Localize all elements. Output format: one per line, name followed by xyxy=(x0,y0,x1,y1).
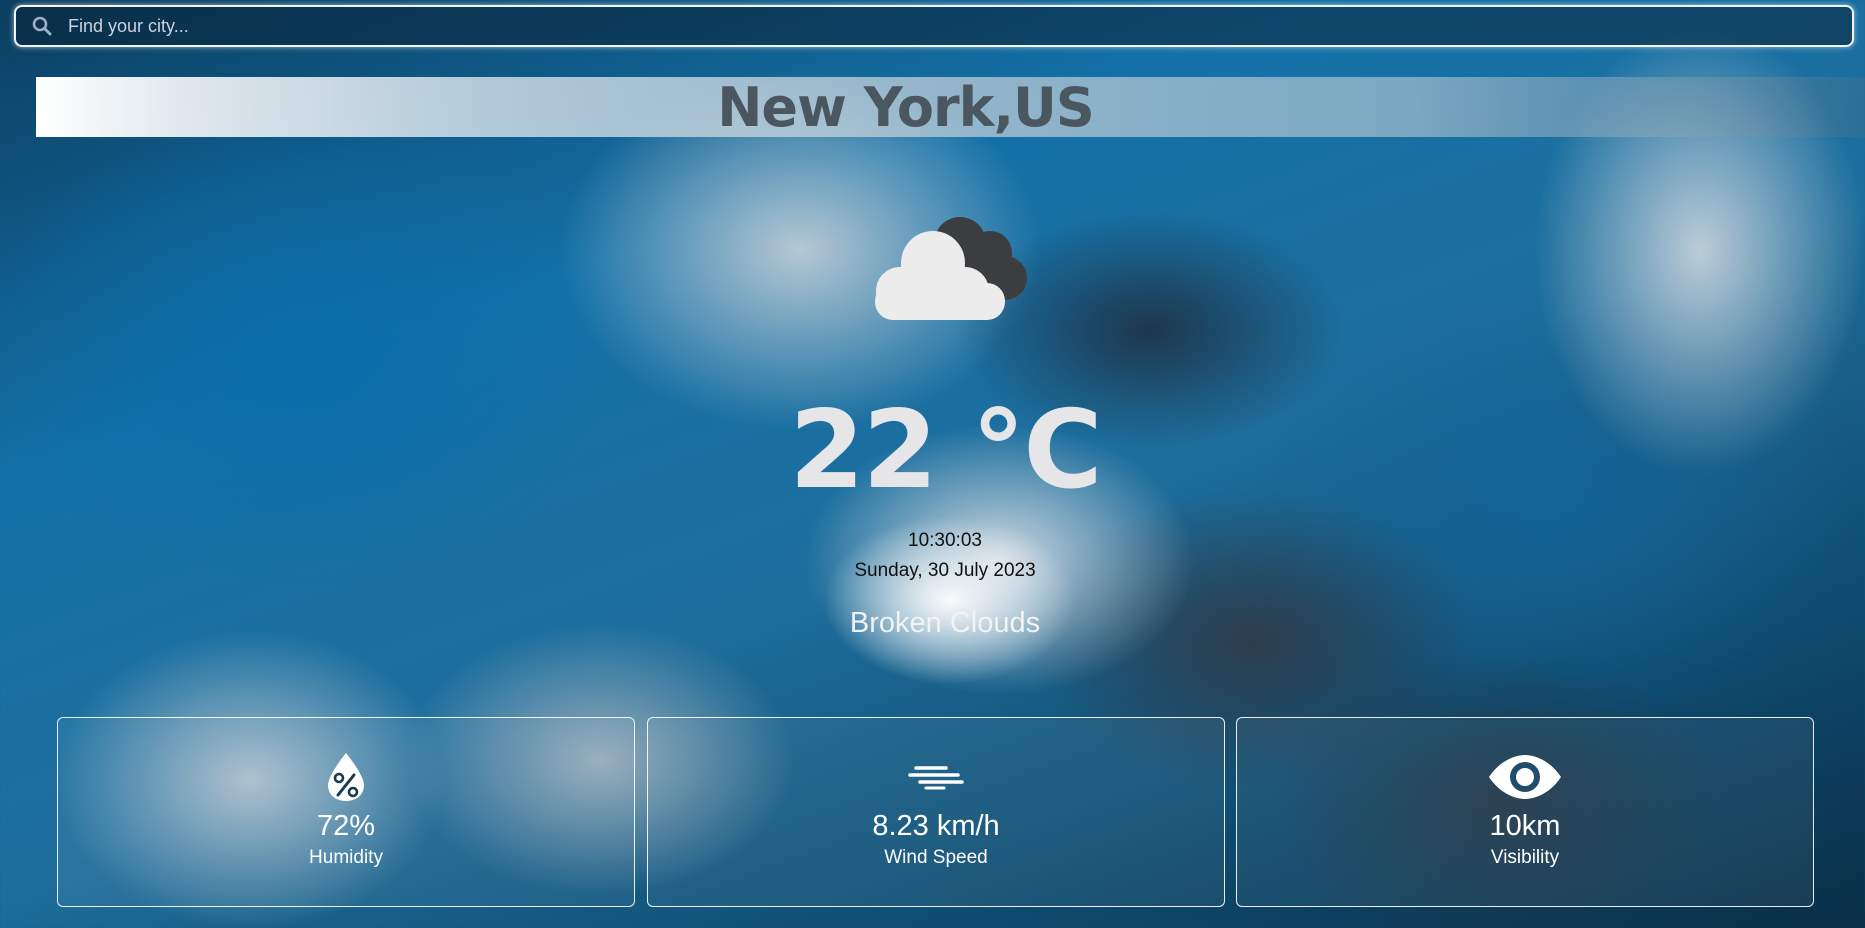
search-input[interactable] xyxy=(66,7,1852,45)
humidity-value: 72% xyxy=(316,810,376,842)
humidity-label: Humidity xyxy=(309,847,383,868)
current-time: 10:30:03 xyxy=(908,530,982,551)
visibility-card: 10km Visibility xyxy=(1236,717,1814,907)
visibility-value: 10km xyxy=(1489,810,1561,842)
search-icon[interactable] xyxy=(30,14,54,38)
visibility-label: Visibility xyxy=(1490,847,1560,868)
humidity-icon xyxy=(306,752,386,802)
current-date: Sunday, 30 July 2023 xyxy=(854,560,1036,581)
city-name: New York,US xyxy=(717,75,1095,139)
search-bar[interactable] xyxy=(14,5,1854,47)
weather-description: Broken Clouds xyxy=(849,607,1041,639)
city-banner: New York,US xyxy=(36,75,1865,139)
humidity-card: 72% Humidity xyxy=(57,717,635,907)
eye-icon xyxy=(1485,752,1565,802)
temperature: 22 °C xyxy=(789,388,1102,513)
wind-card: 8.23 km/h Wind Speed xyxy=(647,717,1225,907)
wind-icon xyxy=(896,752,976,802)
broken-clouds-icon xyxy=(855,203,1035,328)
wind-speed-label: Wind Speed xyxy=(884,847,988,868)
wind-speed-value: 8.23 km/h xyxy=(872,810,1000,842)
